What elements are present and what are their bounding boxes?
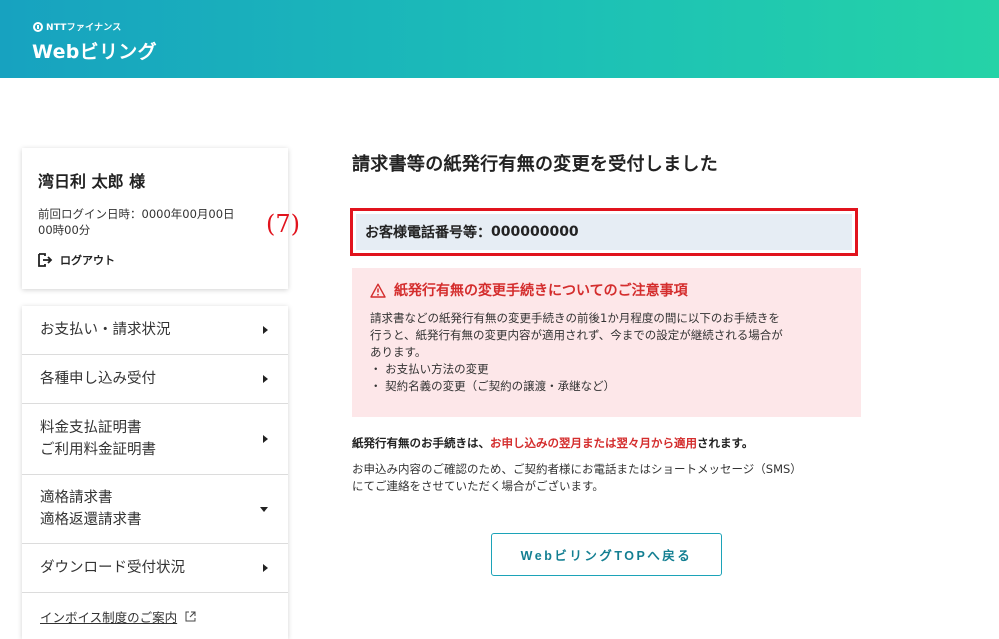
notice-bullet: ・ お支払い方法の変更 bbox=[370, 362, 489, 376]
brand-small-text: NTTファイナンス bbox=[46, 23, 122, 33]
annotation-label: (7) bbox=[266, 210, 300, 238]
menu-item-download-status[interactable]: ダウンロード受付状況 bbox=[22, 544, 288, 593]
chevron-right-icon bbox=[263, 326, 268, 334]
main-content: 請求書等の紙発行有無の変更を受付しました bbox=[352, 148, 862, 176]
sidebar: 湾日利 太郎 様 前回ログイン日時：0000年00月00日 00時00分 ログア… bbox=[22, 148, 288, 639]
ntt-logo-icon bbox=[33, 21, 43, 32]
menu-item-applications[interactable]: 各種申し込み受付 bbox=[22, 355, 288, 404]
notice-line: あります。 bbox=[370, 345, 427, 359]
contact-line: にてご連絡をさせていただく場合がございます。 bbox=[352, 479, 604, 493]
user-card: 湾日利 太郎 様 前回ログイン日時：0000年00月00日 00時00分 ログア… bbox=[22, 148, 288, 289]
menu-item-label: 各種申し込み受付 bbox=[40, 371, 156, 387]
external-link-icon bbox=[185, 611, 196, 622]
logout-button[interactable]: ログアウト bbox=[38, 252, 272, 268]
user-name: 湾日利 太郎 様 bbox=[38, 172, 146, 191]
last-login-time: 00時00分 bbox=[38, 223, 91, 237]
phone-value: 000000000 bbox=[491, 224, 579, 240]
brand-logo-main[interactable]: Webビリング bbox=[32, 37, 157, 64]
warning-icon bbox=[370, 283, 386, 298]
chevron-right-icon bbox=[263, 564, 268, 572]
header-bar: NTTファイナンス Webビリング bbox=[0, 0, 999, 78]
menu-item-label: ダウンロード受付状況 bbox=[40, 560, 185, 576]
notice-body: 請求書などの紙発行有無の変更手続きの前後1か月程度の間に以下のお手続きを 行うと… bbox=[370, 310, 843, 395]
menu-item-payment-status[interactable]: お支払い・請求状況 bbox=[22, 306, 288, 355]
side-menu: お支払い・請求状況 各種申し込み受付 料金支払証明書 ご利用料金証明書 適格請求… bbox=[22, 306, 288, 639]
brand-logo-small: NTTファイナンス bbox=[33, 20, 121, 33]
phone-label: お客様電話番号等： bbox=[365, 225, 491, 241]
logout-icon bbox=[38, 253, 53, 267]
menu-item-certificates[interactable]: 料金支払証明書 ご利用料金証明書 bbox=[22, 404, 288, 475]
caution-notice: 紙発行有無の変更手続きについてのご注意事項 請求書などの紙発行有無の変更手続きの… bbox=[352, 268, 861, 417]
menu-item-label-2: ご利用料金証明書 bbox=[40, 442, 156, 458]
chevron-down-icon bbox=[260, 506, 268, 512]
page-title: 請求書等の紙発行有無の変更を受付しました bbox=[352, 154, 718, 175]
back-to-top-button[interactable]: WebビリングTOPへ戻る bbox=[491, 533, 722, 576]
notice-line: 請求書などの紙発行有無の変更手続きの前後1か月程度の間に以下のお手続きを bbox=[370, 311, 780, 325]
last-login-date: 0000年00月00日 bbox=[141, 207, 235, 221]
logout-label: ログアウト bbox=[60, 254, 115, 267]
last-login-info: 前回ログイン日時：0000年00月00日 00時00分 bbox=[38, 206, 272, 238]
contact-line: お申込み内容のご確認のため、ご契約者様にお電話またはショートメッセージ（SMS） bbox=[352, 462, 802, 476]
menu-item-label-2: 適格返還請求書 bbox=[40, 512, 142, 528]
info-text: されます。 bbox=[697, 436, 754, 450]
last-login-label: 前回ログイン日時： bbox=[38, 207, 142, 221]
contact-info: お申込み内容のご確認のため、ご契約者様にお電話またはショートメッセージ（SMS）… bbox=[352, 461, 872, 495]
notice-title: 紙発行有無の変更手続きについてのご注意事項 bbox=[370, 280, 843, 300]
info-text: 紙発行有無のお手続きは、 bbox=[352, 436, 490, 450]
chevron-right-icon bbox=[263, 435, 268, 443]
notice-line: 行うと、紙発行有無の変更内容が適用されず、今までの設定が継続される場合が bbox=[370, 328, 783, 342]
apply-timing-info: 紙発行有無のお手続きは、お申し込みの翌月または翌々月から適用されます。 bbox=[352, 435, 872, 451]
phone-number-row: お客様電話番号等： 000000000 bbox=[356, 214, 852, 250]
menu-item-label: 適格請求書 bbox=[40, 490, 113, 506]
menu-item-qualified-invoice[interactable]: 適格請求書 適格返還請求書 bbox=[22, 475, 288, 544]
invoice-system-link[interactable]: インボイス制度のご案内 bbox=[22, 593, 288, 639]
menu-item-label: お支払い・請求状況 bbox=[40, 322, 171, 338]
phone-number-box: お客様電話番号等： 000000000 bbox=[350, 208, 858, 256]
chevron-right-icon bbox=[263, 375, 268, 383]
info-highlight: お申し込みの翌月または翌々月から適用 bbox=[490, 436, 697, 450]
invoice-link-label: インボイス制度のご案内 bbox=[40, 609, 178, 625]
notice-title-text: 紙発行有無の変更手続きについてのご注意事項 bbox=[394, 283, 688, 299]
notice-bullet: ・ 契約名義の変更（ご契約の譲渡・承継など） bbox=[370, 379, 616, 393]
menu-item-label: 料金支払証明書 bbox=[40, 420, 142, 436]
